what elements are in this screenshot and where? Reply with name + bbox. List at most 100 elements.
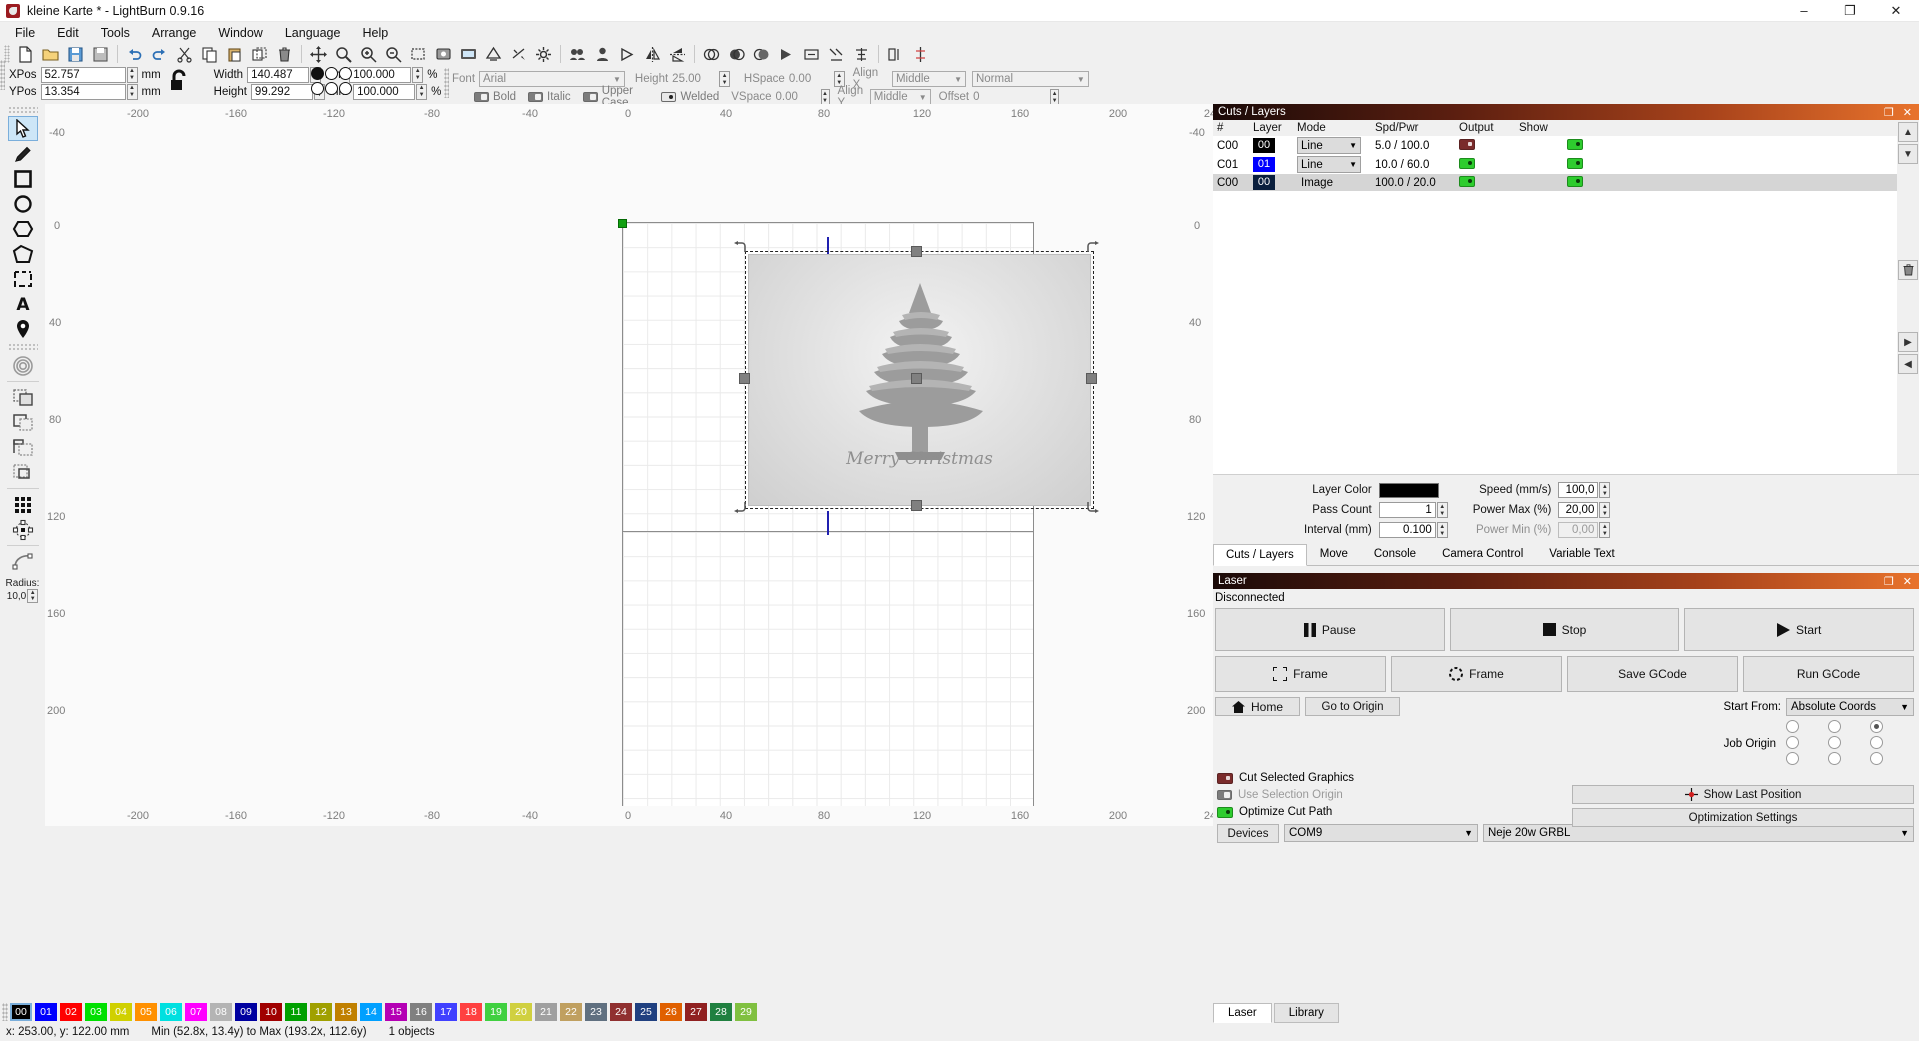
job-origin-bottom-left[interactable]	[1786, 752, 1799, 765]
tab-console[interactable]: Console	[1361, 543, 1429, 565]
text-toolbar-grip[interactable]	[444, 68, 449, 98]
stop-button[interactable]: Stop	[1450, 608, 1680, 651]
job-origin-top-right[interactable]	[1870, 720, 1883, 733]
cuts-layers-close-icon[interactable]: ✕	[1903, 106, 1912, 119]
anchor-point-grid[interactable]	[311, 67, 353, 98]
laser-float-icon[interactable]: ❐	[1884, 575, 1894, 588]
upper-case-toggle[interactable]	[583, 92, 598, 102]
save-as-icon[interactable]	[88, 42, 113, 66]
layer-mode-value[interactable]: Image	[1297, 177, 1333, 189]
mirror-v-icon[interactable]	[665, 42, 690, 66]
menu-help[interactable]: Help	[351, 23, 399, 43]
maximize-button[interactable]: ❐	[1827, 0, 1873, 22]
power-min-spinner[interactable]: ▲▼	[1599, 522, 1610, 538]
palette-swatch-27[interactable]: 27	[685, 1003, 707, 1021]
align-icon[interactable]	[849, 42, 874, 66]
show-last-position-button[interactable]: Show Last Position	[1572, 785, 1914, 804]
devices-button[interactable]: Devices	[1217, 824, 1279, 843]
palette-swatch-00[interactable]: 00	[10, 1003, 32, 1021]
offset-value[interactable]: 0	[973, 91, 1045, 103]
rotate-handle-top-left[interactable]	[733, 241, 747, 255]
run-gcode-button[interactable]: Run GCode	[1743, 656, 1914, 692]
save-file-icon[interactable]	[63, 42, 88, 66]
job-origin-middle-right[interactable]	[1870, 736, 1883, 749]
layer-color-swatch[interactable]: 00	[1253, 175, 1275, 190]
selection-handle-top-center[interactable]	[911, 246, 922, 257]
table-row[interactable]: C00 00 Image 100.0 / 20.0	[1213, 174, 1897, 191]
port-select[interactable]: COM9 ▼	[1284, 824, 1478, 842]
undo-icon[interactable]	[122, 42, 147, 66]
cut-icon[interactable]	[172, 42, 197, 66]
tool-palette-grip[interactable]	[8, 106, 38, 113]
weld-icon[interactable]	[774, 42, 799, 66]
job-origin-bottom-right[interactable]	[1870, 752, 1883, 765]
zoom-fit-icon[interactable]	[331, 42, 356, 66]
selection-handle-bottom-center[interactable]	[911, 500, 922, 511]
crop-tool[interactable]	[8, 266, 38, 291]
palette-swatch-12[interactable]: 12	[310, 1003, 332, 1021]
palette-swatch-06[interactable]: 06	[160, 1003, 182, 1021]
scroll-up-button[interactable]: ▲	[1898, 122, 1918, 142]
rotate-handle-bottom-left[interactable]	[733, 499, 747, 513]
palette-swatch-10[interactable]: 10	[260, 1003, 282, 1021]
copy-icon[interactable]	[197, 42, 222, 66]
tab-move[interactable]: Move	[1307, 543, 1361, 565]
redo-icon[interactable]	[147, 42, 172, 66]
italic-toggle[interactable]	[528, 92, 543, 102]
layer-mode-select[interactable]: Line▼	[1297, 156, 1361, 173]
delete-icon[interactable]	[272, 42, 297, 66]
start-from-select[interactable]: Absolute Coords ▼	[1786, 698, 1914, 716]
text-height-value[interactable]: 25.00	[672, 73, 714, 85]
width-input[interactable]: 140.487	[247, 67, 309, 83]
menu-edit[interactable]: Edit	[46, 23, 90, 43]
start-button[interactable]: Start	[1684, 608, 1914, 651]
text-align-icon[interactable]	[883, 42, 908, 66]
layer-show-toggle[interactable]	[1567, 139, 1583, 150]
anchor-top-right[interactable]	[339, 67, 352, 80]
pass-count-spinner[interactable]: ▲▼	[1437, 502, 1448, 518]
pencil-tool[interactable]	[8, 141, 38, 166]
palette-swatch-09[interactable]: 09	[235, 1003, 257, 1021]
job-origin-top-left[interactable]	[1786, 720, 1799, 733]
home-button[interactable]: Home	[1215, 697, 1300, 716]
text-tool[interactable]: A	[8, 291, 38, 316]
power-min-input[interactable]: 0,00	[1558, 522, 1598, 538]
offset-icon[interactable]	[799, 42, 824, 66]
cut-settings-icon[interactable]	[506, 42, 531, 66]
node-edit-tool[interactable]	[8, 549, 38, 574]
path-edit-icon[interactable]	[615, 42, 640, 66]
layer-color-box[interactable]	[1379, 483, 1439, 498]
draw-polygon-tool[interactable]	[8, 241, 38, 266]
selection-handle-middle-right[interactable]	[1086, 373, 1097, 384]
minimize-button[interactable]: –	[1781, 0, 1827, 22]
speed-spinner[interactable]: ▲▼	[1599, 482, 1610, 498]
boolean-union-icon[interactable]	[699, 42, 724, 66]
palette-swatch-25[interactable]: 25	[635, 1003, 657, 1021]
job-origin-bottom-center[interactable]	[1828, 752, 1841, 765]
circular-array-tool[interactable]	[8, 517, 38, 542]
tab-variable-text[interactable]: Variable Text	[1536, 543, 1627, 565]
table-row[interactable]: C01 01 Line▼ 10.0 / 60.0	[1213, 155, 1897, 174]
offset-shapes-tool[interactable]	[8, 353, 38, 378]
power-max-spinner[interactable]: ▲▼	[1599, 502, 1610, 518]
radius-value[interactable]: 10,0	[7, 591, 26, 602]
tab-camera-control[interactable]: Camera Control	[1429, 543, 1536, 565]
welded-toggle[interactable]	[661, 92, 676, 102]
palette-swatch-20[interactable]: 20	[510, 1003, 532, 1021]
pause-button[interactable]: Pause	[1215, 608, 1445, 651]
palette-swatch-28[interactable]: 28	[710, 1003, 732, 1021]
palette-swatch-16[interactable]: 16	[410, 1003, 432, 1021]
xpos-input[interactable]: 52.757	[41, 67, 126, 83]
palette-swatch-22[interactable]: 22	[560, 1003, 582, 1021]
interval-input[interactable]: 0.100	[1379, 522, 1436, 538]
distribute-icon[interactable]	[908, 42, 933, 66]
zoom-out-icon[interactable]	[381, 42, 406, 66]
optimization-settings-button[interactable]: Optimization Settings	[1572, 808, 1914, 827]
tool-palette-grip-2[interactable]	[8, 343, 38, 350]
palette-swatch-17[interactable]: 17	[435, 1003, 457, 1021]
menu-language[interactable]: Language	[274, 23, 352, 43]
boolean-subtract-icon[interactable]	[724, 42, 749, 66]
boolean-intersect-tool[interactable]	[8, 435, 38, 460]
palette-grip[interactable]	[2, 1003, 8, 1021]
palette-swatch-19[interactable]: 19	[485, 1003, 507, 1021]
